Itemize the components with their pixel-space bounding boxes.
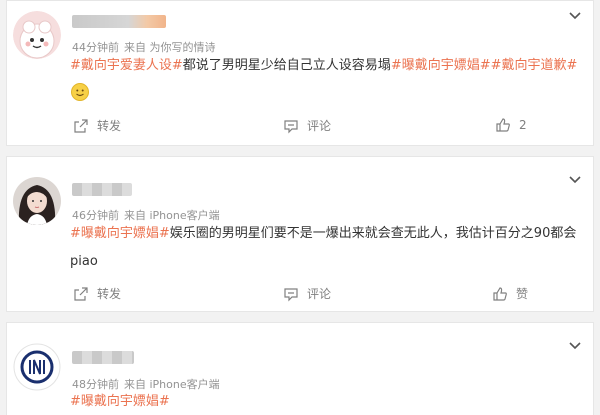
repost-label: 转发 — [97, 119, 122, 133]
cartoon-avatar-icon — [13, 11, 61, 59]
username-redacted[interactable] — [72, 351, 134, 364]
hashtag-link[interactable]: #曝戴向宇嫖娼# — [391, 58, 491, 73]
avatar[interactable] — [13, 177, 61, 225]
comment-button[interactable]: 评论 — [283, 285, 331, 302]
username-redacted[interactable] — [72, 183, 132, 196]
comment-body: 娱乐圈的男明星们要不是一爆出来就会查无此人，我估计百分之90都会 — [169, 226, 577, 241]
comment-actions: 转发 评论 2 — [7, 117, 593, 137]
thumbs-up-icon — [493, 286, 507, 301]
comment-actions: 转发 评论 赞 — [7, 285, 593, 305]
thumbs-up-icon — [496, 118, 510, 132]
comment-card: 46分钟前 来自 iPhone客户端 #曝戴向宇嫖娼#娱乐圈的男明星们要不是一爆出… — [6, 156, 594, 312]
comment-text: #曝戴向宇嫖娼# — [70, 388, 583, 415]
avatar[interactable] — [13, 343, 61, 391]
comment-body: 都说了男明星少给自己立人设容易塌 — [182, 58, 391, 73]
like-button[interactable]: 赞 — [492, 285, 528, 302]
comment-line: #曝戴向宇嫖娼#娱乐圈的男明星们要不是一爆出来就会查无此人，我估计百分之90都会 — [70, 220, 583, 248]
chevron-down-icon[interactable] — [567, 7, 583, 23]
hashtag-link[interactable]: #戴向宇爱妻人设# — [70, 58, 183, 73]
comment-card: 44分钟前 来自 为你写的情诗 #戴向宇爱妻人设#都说了男明星少给自己立人设容易塌… — [6, 0, 594, 146]
comment-card: 48分钟前 来自 iPhone客户端 #曝戴向宇嫖娼# — [6, 322, 594, 415]
comment-label: 评论 — [307, 287, 332, 301]
comment-icon — [284, 287, 298, 301]
avatar[interactable] — [13, 11, 61, 59]
repost-button[interactable]: 转发 — [73, 285, 121, 302]
club-logo-icon — [13, 343, 61, 391]
repost-icon — [74, 118, 88, 133]
hashtag-link[interactable]: #戴向宇道歉# — [491, 58, 578, 73]
comment-text: #戴向宇爱妻人设#都说了男明星少给自己立人设容易塌#曝戴向宇嫖娼##戴向宇道歉# — [70, 52, 583, 80]
comment-text: #曝戴向宇嫖娼#娱乐圈的男明星们要不是一爆出来就会查无此人，我估计百分之90都会… — [70, 220, 583, 276]
profile-photo-icon — [13, 177, 61, 225]
repost-label: 转发 — [97, 287, 122, 301]
comment-label: 评论 — [307, 119, 332, 133]
repost-button[interactable]: 转发 — [73, 117, 121, 134]
like-count: 2 — [519, 118, 527, 132]
username-redacted[interactable] — [72, 15, 166, 28]
like-button[interactable]: 2 — [495, 117, 527, 133]
chevron-down-icon[interactable] — [567, 337, 583, 353]
hashtag-link[interactable]: #曝戴向宇嫖娼# — [70, 226, 170, 241]
repost-icon — [74, 286, 88, 301]
chevron-down-icon[interactable] — [567, 171, 583, 187]
comment-icon — [284, 119, 298, 133]
smile-emoji-icon — [71, 82, 89, 101]
hashtag-link[interactable]: #曝戴向宇嫖娼# — [70, 394, 170, 409]
comment-button[interactable]: 评论 — [283, 117, 331, 134]
smile-emoji — [71, 81, 89, 101]
like-label: 赞 — [516, 287, 529, 301]
comment-line: piao — [70, 254, 98, 269]
